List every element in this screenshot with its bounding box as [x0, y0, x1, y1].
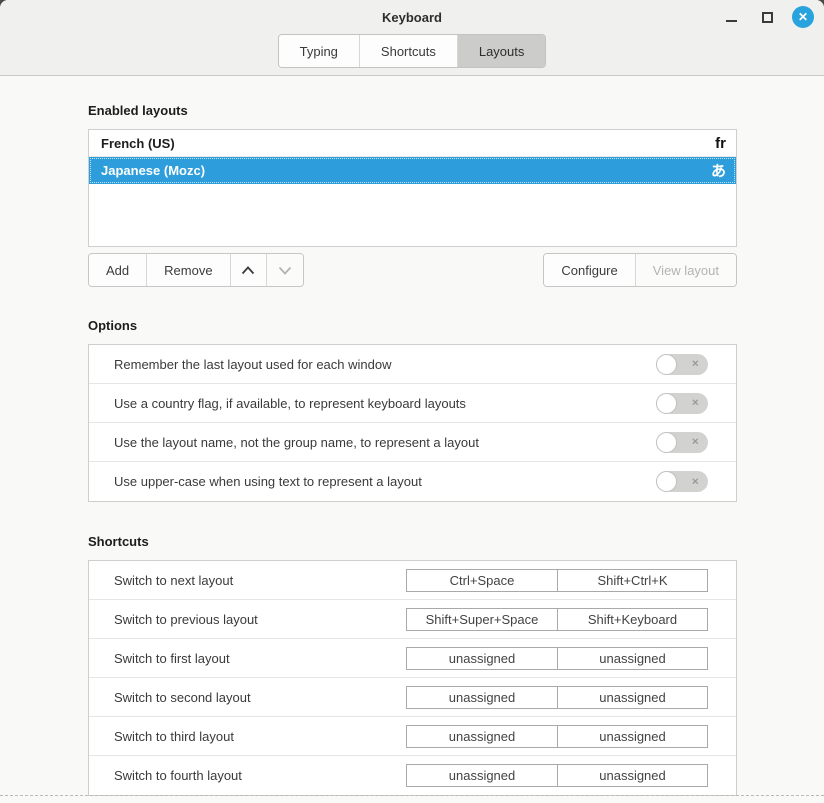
shortcut-label: Switch to second layout: [114, 690, 406, 705]
option-label: Remember the last layout used for each w…: [114, 357, 656, 372]
enabled-layouts-list: French (US) fr Japanese (Mozc) あ: [88, 129, 737, 247]
move-up-button[interactable]: [231, 254, 267, 286]
shortcut-row-first-layout: Switch to first layout unassigned unassi…: [89, 639, 736, 678]
layout-indicator-badge: fr: [715, 135, 726, 152]
enabled-layouts-heading: Enabled layouts: [88, 103, 737, 118]
binding-cell-primary[interactable]: unassigned: [406, 764, 557, 787]
binding-cell-secondary[interactable]: unassigned: [557, 725, 708, 748]
minimize-button[interactable]: [720, 6, 742, 28]
option-row-upper-case: Use upper-case when using text to repres…: [89, 462, 736, 501]
options-box: Remember the last layout used for each w…: [88, 344, 737, 502]
binding-cell-primary[interactable]: Ctrl+Space: [406, 569, 557, 592]
tab-typing[interactable]: Typing: [279, 35, 360, 67]
shortcut-label: Switch to third layout: [114, 729, 406, 744]
toggle-knob: [656, 432, 677, 453]
chevron-down-icon: [278, 266, 292, 275]
toggle-off-icon: ✕: [691, 476, 699, 487]
binding-group: Ctrl+Space Shift+Ctrl+K: [406, 569, 708, 592]
move-down-button[interactable]: [267, 254, 303, 286]
layout-name: Japanese (Mozc): [101, 163, 711, 178]
toggle-layout-name[interactable]: ✕: [656, 432, 708, 453]
layouts-page: Enabled layouts French (US) fr Japanese …: [0, 76, 824, 796]
shortcut-label: Switch to next layout: [114, 573, 406, 588]
close-icon: ✕: [798, 11, 808, 23]
shortcuts-box: Switch to next layout Ctrl+Space Shift+C…: [88, 560, 737, 796]
shortcut-row-fourth-layout: Switch to fourth layout unassigned unass…: [89, 756, 736, 795]
toggle-off-icon: ✕: [691, 359, 699, 370]
toggle-knob: [656, 393, 677, 414]
shortcut-row-previous-layout: Switch to previous layout Shift+Super+Sp…: [89, 600, 736, 639]
binding-group: unassigned unassigned: [406, 764, 708, 787]
layout-row-french[interactable]: French (US) fr: [89, 130, 736, 157]
titlebar[interactable]: Keyboard ✕: [0, 0, 824, 34]
shortcut-label: Switch to first layout: [114, 651, 406, 666]
shortcut-row-third-layout: Switch to third layout unassigned unassi…: [89, 717, 736, 756]
toggle-off-icon: ✕: [691, 398, 699, 409]
tab-layouts[interactable]: Layouts: [458, 35, 546, 67]
keyboard-settings-window: Keyboard ✕ Typing Shortcuts Layouts Enab…: [0, 0, 824, 803]
binding-group: unassigned unassigned: [406, 647, 708, 670]
layouts-button-row: Add Remove Configure View layout: [88, 253, 737, 287]
binding-cell-secondary[interactable]: unassigned: [557, 764, 708, 787]
chevron-up-icon: [241, 266, 255, 275]
window-controls: ✕: [720, 0, 814, 34]
add-button[interactable]: Add: [89, 254, 147, 286]
option-row-remember-layout: Remember the last layout used for each w…: [89, 345, 736, 384]
shortcut-row-second-layout: Switch to second layout unassigned unass…: [89, 678, 736, 717]
view-layout-button[interactable]: View layout: [636, 254, 736, 286]
binding-cell-secondary[interactable]: Shift+Keyboard: [557, 608, 708, 631]
binding-cell-primary[interactable]: Shift+Super+Space: [406, 608, 557, 631]
options-heading: Options: [88, 318, 737, 333]
layout-row-japanese[interactable]: Japanese (Mozc) あ: [89, 157, 736, 184]
tabs-row: Typing Shortcuts Layouts: [0, 34, 824, 76]
shortcut-label: Switch to previous layout: [114, 612, 406, 627]
remove-button[interactable]: Remove: [147, 254, 230, 286]
binding-cell-secondary[interactable]: unassigned: [557, 686, 708, 709]
shortcut-label: Switch to fourth layout: [114, 768, 406, 783]
layout-indicator-badge: あ: [711, 160, 726, 181]
minimize-icon: [726, 20, 737, 22]
toggle-knob: [656, 354, 677, 375]
toggle-country-flag[interactable]: ✕: [656, 393, 708, 414]
option-row-country-flag: Use a country flag, if available, to rep…: [89, 384, 736, 423]
option-label: Use upper-case when using text to repres…: [114, 474, 656, 489]
binding-cell-primary[interactable]: unassigned: [406, 686, 557, 709]
maximize-button[interactable]: [756, 6, 778, 28]
toggle-off-icon: ✕: [691, 437, 699, 448]
configure-button[interactable]: Configure: [544, 254, 635, 286]
binding-cell-primary[interactable]: unassigned: [406, 725, 557, 748]
window-header: Keyboard ✕ Typing Shortcuts Layouts: [0, 0, 824, 76]
option-label: Use a country flag, if available, to rep…: [114, 396, 656, 411]
toggle-upper-case[interactable]: ✕: [656, 471, 708, 492]
binding-group: unassigned unassigned: [406, 725, 708, 748]
window-title: Keyboard: [382, 10, 442, 25]
option-row-layout-name: Use the layout name, not the group name,…: [89, 423, 736, 462]
maximize-icon: [762, 12, 773, 23]
toggle-remember-layout[interactable]: ✕: [656, 354, 708, 375]
list-edit-button-group: Add Remove: [88, 253, 304, 287]
tab-group: Typing Shortcuts Layouts: [278, 34, 547, 68]
binding-cell-primary[interactable]: unassigned: [406, 647, 557, 670]
close-button[interactable]: ✕: [792, 6, 814, 28]
tab-shortcuts[interactable]: Shortcuts: [360, 35, 458, 67]
layout-action-button-group: Configure View layout: [543, 253, 737, 287]
shortcut-row-next-layout: Switch to next layout Ctrl+Space Shift+C…: [89, 561, 736, 600]
binding-group: unassigned unassigned: [406, 686, 708, 709]
shortcuts-heading: Shortcuts: [88, 534, 737, 549]
scroll-edge-dashed-line: [0, 795, 824, 796]
layout-name: French (US): [101, 136, 715, 151]
toggle-knob: [656, 471, 677, 492]
binding-cell-secondary[interactable]: unassigned: [557, 647, 708, 670]
binding-group: Shift+Super+Space Shift+Keyboard: [406, 608, 708, 631]
binding-cell-secondary[interactable]: Shift+Ctrl+K: [557, 569, 708, 592]
option-label: Use the layout name, not the group name,…: [114, 435, 656, 450]
